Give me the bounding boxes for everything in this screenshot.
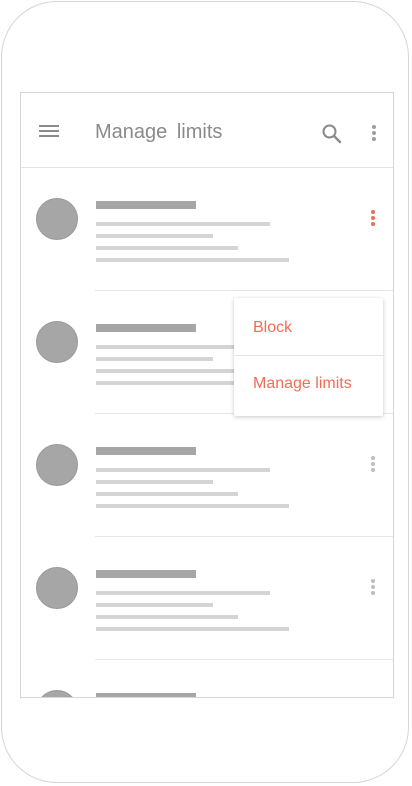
item-title-placeholder <box>96 324 196 332</box>
list-item[interactable] <box>21 168 393 291</box>
page-title: Manage limits <box>95 121 223 143</box>
item-text-placeholder <box>96 468 270 472</box>
item-text-placeholder <box>96 222 270 226</box>
app-bar: Manage limits <box>21 93 393 168</box>
item-title-placeholder <box>96 570 196 578</box>
list-item[interactable] <box>21 660 393 697</box>
item-text-placeholder <box>96 357 213 361</box>
item-text-placeholder <box>96 603 213 607</box>
more-vert-icon[interactable] <box>370 577 376 597</box>
avatar <box>36 690 78 697</box>
avatar <box>36 444 78 486</box>
list-item[interactable] <box>21 537 393 660</box>
phone-frame: Manage limits Block Manage limits <box>1 1 409 783</box>
item-text-placeholder <box>96 258 289 262</box>
item-text-placeholder <box>96 504 289 508</box>
avatar <box>36 567 78 609</box>
item-text-placeholder <box>96 234 213 238</box>
item-text-placeholder <box>96 615 238 619</box>
item-text-placeholder <box>96 246 238 250</box>
item-text-placeholder <box>96 591 270 595</box>
app-screen: Manage limits Block Manage limits <box>20 92 394 698</box>
item-title-placeholder <box>96 447 196 455</box>
item-text-placeholder <box>96 369 238 373</box>
menu-item-manage-limits[interactable]: Manage limits <box>234 356 383 411</box>
item-text-placeholder <box>96 480 213 484</box>
search-icon[interactable] <box>321 123 343 145</box>
more-vert-icon[interactable] <box>370 454 376 474</box>
avatar <box>36 198 78 240</box>
item-text-placeholder <box>96 627 289 631</box>
list-item[interactable] <box>21 414 393 537</box>
more-vert-icon[interactable] <box>370 208 376 228</box>
menu-item-block[interactable]: Block <box>234 300 383 355</box>
item-text-placeholder <box>96 492 238 496</box>
item-title-placeholder <box>96 201 196 209</box>
more-vert-icon[interactable] <box>371 123 377 143</box>
menu-icon[interactable] <box>39 125 59 138</box>
item-title-placeholder <box>96 693 196 697</box>
avatar <box>36 321 78 363</box>
overflow-menu: Block Manage limits <box>234 298 383 416</box>
